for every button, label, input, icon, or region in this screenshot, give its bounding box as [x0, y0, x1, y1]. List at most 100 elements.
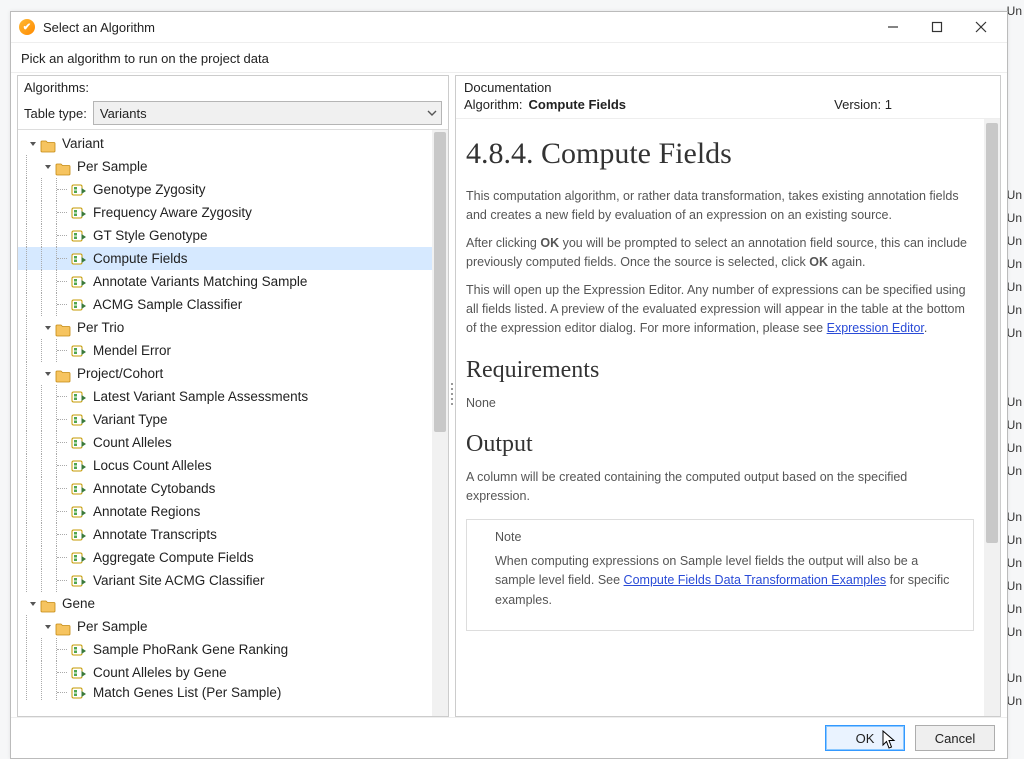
tree-item[interactable]: Frequency Aware Zygosity — [18, 201, 432, 224]
tree-item[interactable]: Sample PhoRank Gene Ranking — [18, 638, 432, 661]
bg-cell — [1007, 115, 1022, 138]
compute-fields-examples-link[interactable]: Compute Fields Data Transformation Examp… — [624, 573, 887, 587]
tree-label: Aggregate Compute Fields — [93, 546, 254, 569]
tree-item[interactable]: Match Genes List (Per Sample) — [18, 684, 432, 701]
table-type-combo[interactable]: Variants — [93, 101, 442, 125]
bg-cell: Un — [1007, 506, 1022, 529]
tree-item[interactable]: Mendel Error — [18, 339, 432, 362]
tree-label: Variant Type — [93, 408, 168, 431]
note-title: Note — [495, 530, 959, 544]
algorithm-icon — [71, 686, 87, 700]
chevron-down-icon[interactable] — [41, 367, 55, 381]
tree-label: Annotate Cytobands — [93, 477, 215, 500]
algorithm-tree[interactable]: VariantPer SampleGenotype ZygosityFreque… — [18, 130, 432, 716]
algorithm-icon — [71, 528, 87, 542]
folder-icon — [55, 321, 71, 335]
doc-paragraph: A column will be created containing the … — [466, 468, 974, 507]
algorithm-icon — [71, 459, 87, 473]
tree-folder[interactable]: Per Trio — [18, 316, 432, 339]
tree-label: Gene — [62, 592, 95, 615]
doc-paragraph: This will open up the Expression Editor.… — [466, 281, 974, 339]
bg-cell — [1007, 713, 1022, 736]
doc-subheading-requirements: Requirements — [466, 357, 974, 384]
bg-cell: Un — [1007, 460, 1022, 483]
tree-folder[interactable]: Per Sample — [18, 615, 432, 638]
tree-item[interactable]: Variant Type — [18, 408, 432, 431]
documentation-heading: Documentation — [456, 76, 1000, 97]
chevron-down-icon[interactable] — [26, 597, 40, 611]
version-label: Version: — [834, 97, 881, 112]
doc-subheading-output: Output — [466, 431, 974, 458]
folder-icon — [55, 160, 71, 174]
bg-cell — [1007, 69, 1022, 92]
close-button[interactable] — [959, 13, 1003, 41]
tree-folder[interactable]: Project/Cohort — [18, 362, 432, 385]
cursor-icon — [882, 730, 896, 750]
tree-item[interactable]: Annotate Regions — [18, 500, 432, 523]
tree-folder[interactable]: Variant — [18, 132, 432, 155]
chevron-down-icon[interactable] — [41, 321, 55, 335]
tree-folder[interactable]: Per Sample — [18, 155, 432, 178]
tree-item[interactable]: Annotate Transcripts — [18, 523, 432, 546]
tree-item[interactable]: Compute Fields — [18, 247, 432, 270]
button-bar: OK Cancel — [11, 717, 1007, 758]
tree-item[interactable]: ACMG Sample Classifier — [18, 293, 432, 316]
tree-item[interactable]: Annotate Variants Matching Sample — [18, 270, 432, 293]
tree-label: Project/Cohort — [77, 362, 163, 385]
tree-item[interactable]: GT Style Genotype — [18, 224, 432, 247]
instruction-text: Pick an algorithm to run on the project … — [11, 43, 1007, 73]
tree-scrollbar[interactable] — [432, 130, 448, 716]
tree-label: Per Sample — [77, 615, 148, 638]
algorithm-icon — [71, 643, 87, 657]
doc-paragraph: This computation algorithm, or rather da… — [466, 187, 974, 226]
tree-label: Count Alleles by Gene — [93, 661, 227, 684]
chevron-down-icon[interactable] — [41, 620, 55, 634]
minimize-button[interactable] — [871, 13, 915, 41]
bg-cell — [1007, 92, 1022, 115]
tree-item[interactable]: Genotype Zygosity — [18, 178, 432, 201]
tree-folder[interactable]: Gene — [18, 592, 432, 615]
cancel-button[interactable]: Cancel — [915, 725, 995, 751]
bg-cell: Un — [1007, 575, 1022, 598]
tree-item[interactable]: Count Alleles — [18, 431, 432, 454]
bg-cell: Un — [1007, 276, 1022, 299]
tree-item[interactable]: Latest Variant Sample Assessments — [18, 385, 432, 408]
folder-icon — [55, 367, 71, 381]
tree-label: ACMG Sample Classifier — [93, 293, 242, 316]
doc-scrollbar[interactable] — [984, 119, 1000, 716]
maximize-button[interactable] — [915, 13, 959, 41]
tree-label: Per Sample — [77, 155, 148, 178]
chevron-down-icon[interactable] — [41, 160, 55, 174]
bg-cell: Un — [1007, 253, 1022, 276]
chevron-down-icon[interactable] — [26, 137, 40, 151]
tree-item[interactable]: Aggregate Compute Fields — [18, 546, 432, 569]
tree-label: Match Genes List (Per Sample) — [93, 684, 281, 701]
algorithm-name: Compute Fields — [529, 97, 627, 112]
bg-cell: Un — [1007, 598, 1022, 621]
folder-icon — [55, 620, 71, 634]
bg-cell — [1007, 46, 1022, 69]
doc-scroll-thumb[interactable] — [986, 123, 998, 543]
bg-cell: Un — [1007, 529, 1022, 552]
bg-cell: Un — [1007, 391, 1022, 414]
bg-cell: Un — [1007, 437, 1022, 460]
tree-label: Sample PhoRank Gene Ranking — [93, 638, 288, 661]
tree-item[interactable]: Variant Site ACMG Classifier — [18, 569, 432, 592]
tree-scroll-thumb[interactable] — [434, 132, 446, 432]
ok-button[interactable]: OK — [825, 725, 905, 751]
algorithm-icon — [71, 229, 87, 243]
doc-paragraph: After clicking OK you will be prompted t… — [466, 234, 974, 273]
expression-editor-link[interactable]: Expression Editor — [827, 321, 924, 335]
tree-item[interactable]: Locus Count Alleles — [18, 454, 432, 477]
titlebar: ✔ Select an Algorithm — [11, 12, 1007, 43]
bg-cell: Un — [1007, 414, 1022, 437]
bg-cell: Un — [1007, 299, 1022, 322]
tree-label: Annotate Variants Matching Sample — [93, 270, 307, 293]
tree-label: GT Style Genotype — [93, 224, 208, 247]
tree-item[interactable]: Count Alleles by Gene — [18, 661, 432, 684]
tree-label: Annotate Transcripts — [93, 523, 217, 546]
algorithm-icon — [71, 206, 87, 220]
folder-icon — [40, 137, 56, 151]
tree-item[interactable]: Annotate Cytobands — [18, 477, 432, 500]
algorithm-icon — [71, 298, 87, 312]
